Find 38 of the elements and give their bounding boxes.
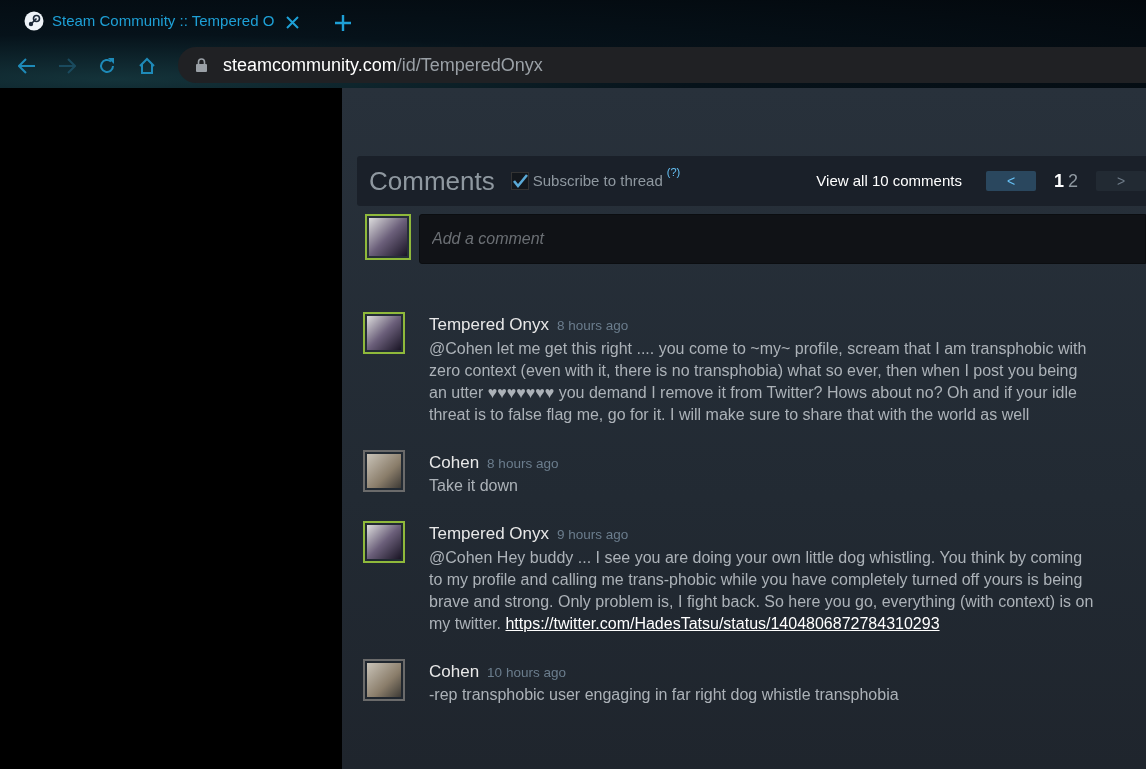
comment-input-field[interactable]: Add a comment bbox=[419, 214, 1146, 264]
user-avatar[interactable] bbox=[363, 521, 405, 563]
checkmark-icon bbox=[511, 173, 528, 189]
plus-icon bbox=[335, 15, 352, 32]
steam-logo-icon bbox=[24, 11, 44, 31]
user-avatar[interactable] bbox=[363, 449, 405, 492]
comment-text: -rep transphobic user engaging in far right dog whistle transphobia bbox=[429, 685, 900, 705]
user-avatar[interactable] bbox=[363, 658, 405, 701]
reload-icon bbox=[98, 56, 116, 75]
forward-arrow-icon bbox=[58, 57, 76, 74]
home-icon bbox=[138, 56, 156, 75]
comment-author[interactable]: Cohen bbox=[429, 658, 480, 684]
comment-author[interactable]: Cohen bbox=[429, 449, 480, 475]
close-icon bbox=[286, 16, 300, 30]
page-number[interactable]: 1 bbox=[1051, 167, 1066, 195]
comment-text: @Cohen Hey buddy ... I see you are doing your own little dog whistling. You think by coming to my profile and calling me trans-phobic while you have completely turned off yours is being brave and strong. Only problem is, I fight back. So here you go, everything (with context) is on my twitter. https://twitter.com/HadesTatsu/status/1404806872784310293 bbox=[429, 547, 1095, 634]
help-link[interactable]: (?) bbox=[666, 164, 681, 181]
previous-page-button[interactable]: < bbox=[985, 171, 1036, 191]
address-bar[interactable]: steamcommunity.com/id/TemperedOnyx bbox=[178, 47, 1146, 83]
page-number[interactable]: 2 bbox=[1066, 167, 1080, 195]
subscribe-checkbox[interactable]: Subscribe to thread bbox=[510, 169, 663, 193]
url-path: /id/TemperedOnyx bbox=[396, 54, 543, 75]
url-host: steamcommunity.com bbox=[223, 54, 397, 75]
comment-timestamp: 10 hours ago bbox=[487, 663, 566, 682]
twitter-link[interactable]: https://twitter.com/HadesTatsu/status/1404806872784310293 bbox=[505, 614, 940, 632]
comment-timestamp: 8 hours ago bbox=[557, 317, 629, 335]
comment-text: Take it down bbox=[429, 476, 519, 496]
user-avatar[interactable] bbox=[363, 312, 405, 354]
comment-author[interactable]: Tempered Onyx bbox=[429, 521, 549, 547]
comments-title: Comments bbox=[369, 164, 495, 198]
tab-title[interactable]: Steam Community :: Tempered O bbox=[52, 9, 275, 33]
lock-icon bbox=[196, 58, 207, 72]
comment-timestamp: 9 hours ago bbox=[557, 526, 629, 544]
back-arrow-icon bbox=[18, 57, 36, 74]
comment-author[interactable]: Tempered Onyx bbox=[429, 312, 549, 338]
comment-timestamp: 8 hours ago bbox=[487, 454, 559, 473]
comment-text: @Cohen let me get this right .... you come to ~my~ profile, scream that I am transphobic with zero context (even with it, there is no transphobia) what so ever, then when I post you being an utter ♥♥♥♥♥♥♥ you demand I remove it from Twitter? Hows about no? Oh and if your idle threat is to false flag me, go for it. I will make sure to share that with the world as well bbox=[429, 338, 1088, 425]
view-all-comments-link[interactable]: View all 10 comments bbox=[816, 169, 962, 193]
